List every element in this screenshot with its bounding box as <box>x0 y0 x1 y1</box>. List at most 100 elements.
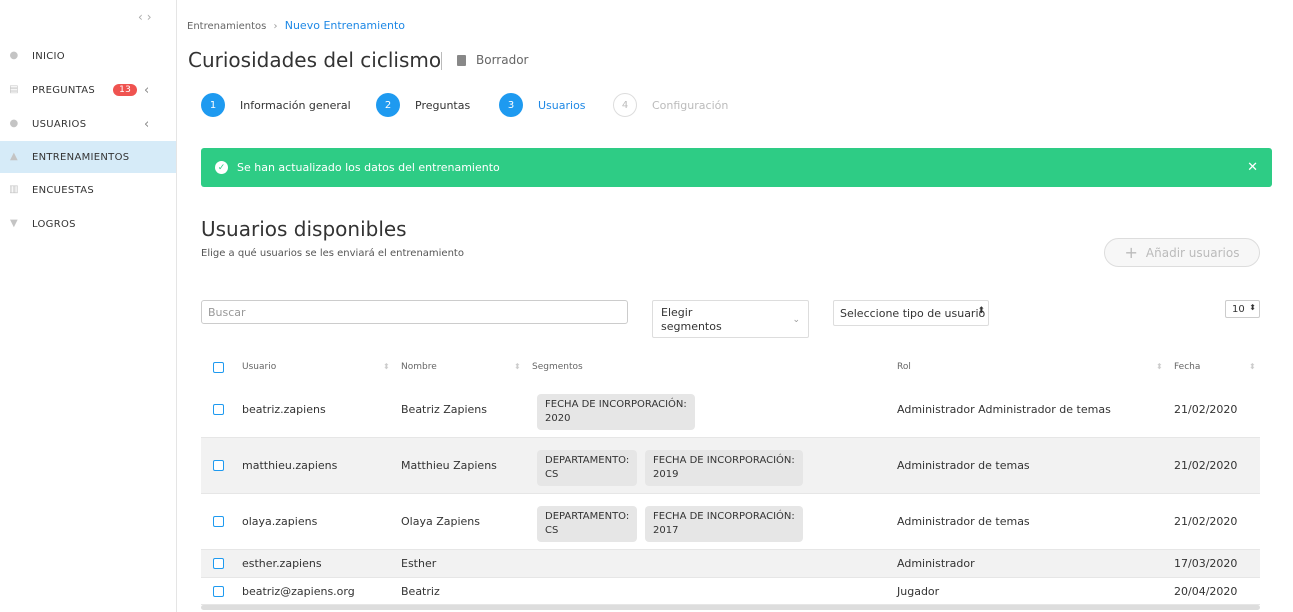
cell-name: Beatriz <box>401 585 440 598</box>
sidebar-item-label: PREGUNTAS <box>32 84 96 96</box>
step-label: Usuarios <box>538 98 586 112</box>
user-type-select[interactable]: Seleccione tipo de usuario ⬍ <box>833 300 989 326</box>
cell-user: beatriz@zapiens.org <box>242 585 355 598</box>
step-label: Configuración <box>652 98 729 112</box>
step-usuarios[interactable]: 3 Usuarios <box>499 93 586 117</box>
segment-tag: DEPARTAMENTO: CS <box>537 506 638 542</box>
sidebar-item-logros[interactable]: ▼ LOGROS <box>0 208 176 240</box>
section-title: Usuarios disponibles <box>201 217 407 241</box>
step-label: Información general <box>240 98 351 112</box>
user-icon: ● <box>9 50 19 61</box>
sidebar-item-inicio[interactable]: ● INICIO <box>0 40 176 72</box>
step-number: 1 <box>201 93 225 117</box>
close-icon[interactable]: ✕ <box>1247 160 1258 175</box>
sort-icon[interactable]: ⬍ <box>514 362 521 371</box>
row-checkbox[interactable] <box>213 586 224 597</box>
chevron-left-icon[interactable]: ‹ <box>144 117 150 132</box>
breadcrumb-current: Nuevo Entrenamiento <box>284 19 405 32</box>
section-subtitle: Elige a qué usuarios se les enviará el e… <box>201 248 464 259</box>
success-alert: ✓ Se han actualizado los datos del entre… <box>201 148 1272 187</box>
cell-name: Esther <box>401 557 437 570</box>
sidebar-item-preguntas[interactable]: ▤ PREGUNTAS 13 ‹ <box>0 74 176 106</box>
cell-role: Administrador de temas <box>897 515 1030 528</box>
select-arrows-icon: ⬍ <box>1249 303 1256 312</box>
alert-message: Se han actualizado los datos del entrena… <box>237 161 500 174</box>
sort-icon[interactable]: ⬍ <box>383 362 390 371</box>
cell-name: Matthieu Zapiens <box>401 459 497 472</box>
chevron-right-icon: › <box>273 21 278 32</box>
user-icon: ● <box>9 118 19 129</box>
page-size-select[interactable]: 10 ⬍ <box>1225 300 1260 318</box>
sidebar-item-entrenamientos[interactable]: ▲ ENTRENAMIENTOS <box>0 141 176 173</box>
step-number: 3 <box>499 93 523 117</box>
chevron-left-icon[interactable]: ‹ <box>144 83 150 98</box>
table-row[interactable] <box>201 550 1260 578</box>
survey-icon: ▥ <box>9 184 19 195</box>
title-divider <box>441 52 442 70</box>
segment-tag: DEPARTAMENTO: CS <box>537 450 638 486</box>
chevron-down-icon: ⌄ <box>792 315 800 325</box>
sort-icon[interactable]: ⬍ <box>1156 362 1163 371</box>
sidebar-item-encuestas[interactable]: ▥ ENCUESTAS <box>0 174 176 206</box>
cell-role: Administrador de temas <box>897 459 1030 472</box>
sidebar-item-label: LOGROS <box>32 218 76 230</box>
step-label: Preguntas <box>415 98 471 112</box>
row-checkbox[interactable] <box>213 460 224 471</box>
sort-icon[interactable]: ⬍ <box>1249 362 1256 371</box>
segment-value: 2020 <box>545 413 571 424</box>
row-checkbox[interactable] <box>213 404 224 415</box>
segments-select-label: Elegir <box>661 306 693 319</box>
horizontal-scrollbar[interactable] <box>201 605 1260 610</box>
page-title: Curiosidades del ciclismo <box>188 48 442 72</box>
segment-tag: FECHA DE INCORPORACIÓN: 2020 <box>537 394 695 430</box>
sidebar-item-label: ENCUESTAS <box>32 184 94 196</box>
main-content: Entrenamientos › Nuevo Entrenamiento Cur… <box>177 0 1293 612</box>
step-configuracion[interactable]: 4 Configuración <box>613 93 728 117</box>
cell-role: Administrador Administrador de temas <box>897 403 1111 416</box>
table-row[interactable] <box>201 578 1260 605</box>
sidebar-item-label: INICIO <box>32 50 65 62</box>
search-input[interactable]: Buscar <box>201 300 628 324</box>
cell-date: 21/02/2020 <box>1174 403 1238 416</box>
sidebar-item-usuarios[interactable]: ● USUARIOS ‹ <box>0 108 176 140</box>
column-header-date[interactable]: Fecha <box>1174 362 1200 372</box>
page-size-value: 10 <box>1232 303 1245 315</box>
cell-name: Olaya Zapiens <box>401 515 480 528</box>
select-arrows-icon: ⬍ <box>977 306 985 316</box>
collapse-sidebar-icon[interactable]: ‹› <box>138 10 156 24</box>
cell-date: 21/02/2020 <box>1174 459 1238 472</box>
segment-value: CS <box>545 469 559 480</box>
row-checkbox[interactable] <box>213 516 224 527</box>
segment-value: 2019 <box>653 469 679 480</box>
cell-date: 20/04/2020 <box>1174 585 1238 598</box>
step-informacion-general[interactable]: 1 Información general <box>201 93 351 117</box>
cell-user: esther.zapiens <box>242 557 322 570</box>
segment-value: 2017 <box>653 525 679 536</box>
add-users-button[interactable]: + Añadir usuarios <box>1104 238 1260 267</box>
column-header-role[interactable]: Rol <box>897 362 911 372</box>
column-header-user[interactable]: Usuario <box>242 362 276 372</box>
step-number: 2 <box>376 93 400 117</box>
count-badge: 13 <box>113 84 138 96</box>
segment-key: DEPARTAMENTO: <box>545 511 630 522</box>
check-circle-icon: ✓ <box>215 161 228 174</box>
step-preguntas[interactable]: 2 Preguntas <box>376 93 470 117</box>
status-label: Borrador <box>457 53 528 67</box>
segment-key: FECHA DE INCORPORACIÓN: <box>653 455 795 466</box>
breadcrumb-parent-link[interactable]: Entrenamientos <box>187 21 266 32</box>
breadcrumb: Entrenamientos › Nuevo Entrenamiento <box>187 19 405 32</box>
select-all-checkbox[interactable] <box>213 362 224 373</box>
segment-key: FECHA DE INCORPORACIÓN: <box>545 399 687 410</box>
sidebar: ‹› ● INICIO ▤ PREGUNTAS 13 ‹ ● USUARIOS … <box>0 0 177 612</box>
questions-icon: ▤ <box>9 84 19 95</box>
add-users-label: Añadir usuarios <box>1145 245 1240 260</box>
cell-date: 21/02/2020 <box>1174 515 1238 528</box>
plus-icon: + <box>1124 243 1138 262</box>
cell-role: Administrador <box>897 557 975 570</box>
status-text: Borrador <box>476 53 529 67</box>
sidebar-item-label: ENTRENAMIENTOS <box>32 151 130 163</box>
segments-select[interactable]: Elegir segmentos ⌄ <box>652 300 809 338</box>
segment-tag: FECHA DE INCORPORACIÓN: 2019 <box>645 450 803 486</box>
row-checkbox[interactable] <box>213 558 224 569</box>
column-header-name[interactable]: Nombre <box>401 362 437 372</box>
